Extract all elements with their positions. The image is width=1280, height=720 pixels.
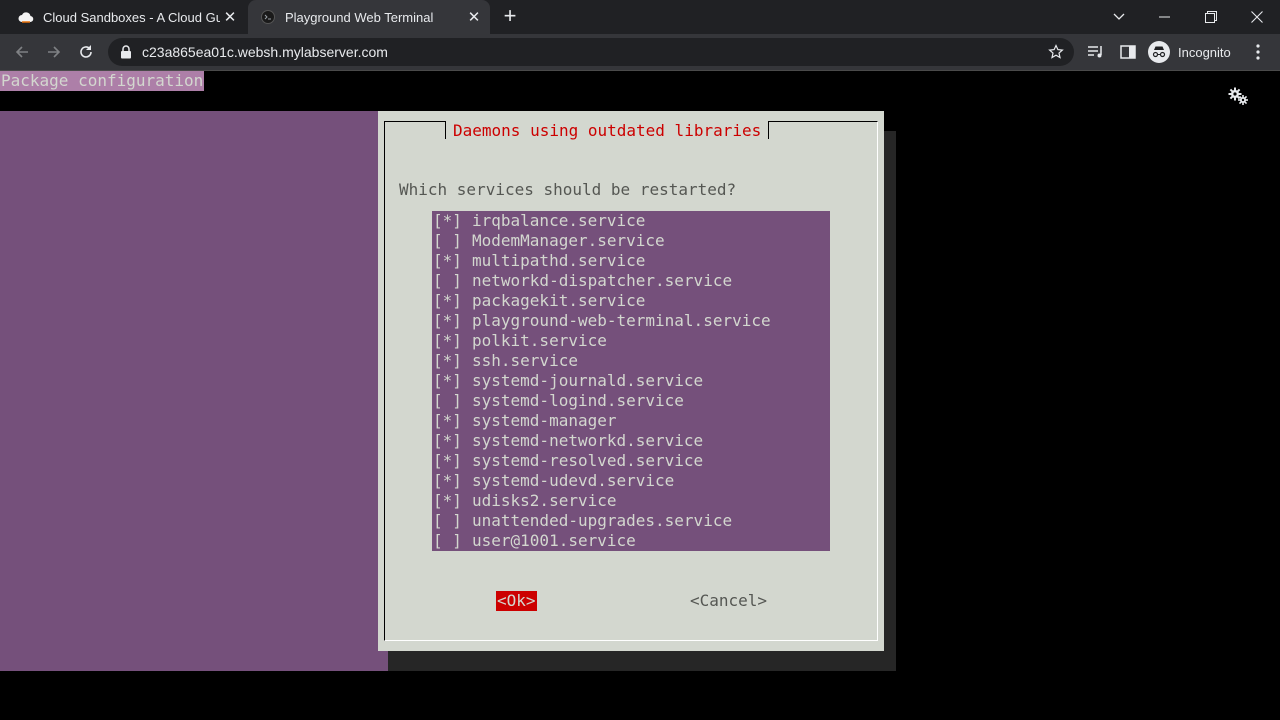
service-name: multipathd.service (472, 251, 646, 270)
tab-title: Playground Web Terminal (285, 9, 434, 25)
dialog-title: Daemons using outdated libraries (445, 121, 770, 141)
checkbox[interactable]: [*] (432, 331, 472, 351)
list-item[interactable]: [*] systemd-networkd.service (432, 431, 703, 451)
checkbox[interactable]: [*] (432, 351, 472, 371)
checkbox[interactable]: [*] (432, 251, 472, 271)
checkbox[interactable]: [ ] (432, 391, 472, 411)
service-name: systemd-manager (472, 411, 617, 430)
checkbox[interactable]: [*] (432, 471, 472, 491)
list-item[interactable]: [*] multipathd.service (432, 251, 645, 271)
bookmark-star-icon[interactable] (1048, 44, 1064, 65)
incognito-icon (1148, 41, 1170, 63)
list-item[interactable]: [ ] user@1001.service (432, 531, 636, 551)
web-terminal[interactable]: Package configuration Daemons using outd… (0, 71, 1280, 720)
settings-gears-icon[interactable] (1228, 87, 1250, 107)
tab-playground-web-terminal[interactable]: Playground Web Terminal ✕ (248, 0, 490, 34)
list-item[interactable]: [*] polkit.service (432, 331, 607, 351)
tab-search-icon[interactable] (1096, 0, 1142, 34)
terminal-icon (260, 9, 276, 25)
service-name: systemd-networkd.service (472, 431, 704, 450)
checkbox[interactable]: [*] (432, 411, 472, 431)
service-name: packagekit.service (472, 291, 646, 310)
package-configuration-header: Package configuration (0, 71, 205, 91)
checkbox[interactable]: [*] (432, 291, 472, 311)
checkbox[interactable]: [ ] (432, 511, 472, 531)
list-item[interactable]: [*] udisks2.service (432, 491, 617, 511)
list-item[interactable]: [ ] networkd-dispatcher.service (432, 271, 732, 291)
restart-services-dialog: Daemons using outdated libraries Which s… (378, 111, 884, 651)
address-bar[interactable]: c23a865ea01c.websh.mylabserver.com (108, 38, 1074, 66)
list-item[interactable]: [ ] systemd-logind.service (432, 391, 684, 411)
tab-strip: Cloud Sandboxes - A Cloud Guru ✕ Playgro… (0, 0, 1280, 34)
list-item[interactable]: [*] packagekit.service (432, 291, 645, 311)
service-name: playground-web-terminal.service (472, 311, 771, 330)
checkbox[interactable]: [ ] (432, 271, 472, 291)
list-item[interactable]: [*] systemd-manager (432, 411, 617, 431)
checkbox[interactable]: [*] (432, 211, 472, 231)
close-tab-icon[interactable]: ✕ (464, 7, 484, 27)
dialog-question: Which services should be restarted? (399, 180, 737, 199)
checkbox[interactable]: [*] (432, 431, 472, 451)
forward-icon[interactable] (42, 40, 66, 64)
checkbox[interactable]: [*] (432, 451, 472, 471)
incognito-profile-button[interactable]: Incognito (1148, 39, 1231, 65)
restore-icon[interactable] (1188, 0, 1234, 34)
url-text: c23a865ea01c.websh.mylabserver.com (142, 44, 388, 60)
reload-icon[interactable] (74, 40, 98, 64)
checkbox[interactable]: [*] (432, 371, 472, 391)
services-checklist[interactable]: [*] irqbalance.service [ ] ModemManager.se… (432, 211, 830, 551)
checkbox[interactable]: [*] (432, 311, 472, 331)
list-item[interactable]: [*] systemd-journald.service (432, 371, 703, 391)
kebab-menu-icon[interactable] (1248, 42, 1268, 62)
service-name: networkd-dispatcher.service (472, 271, 733, 290)
service-name: systemd-resolved.service (472, 451, 704, 470)
cloud-icon (18, 9, 34, 25)
list-item[interactable]: [ ] unattended-upgrades.service (432, 511, 732, 531)
list-item[interactable]: [*] systemd-resolved.service (432, 451, 703, 471)
media-queue-icon[interactable] (1086, 42, 1106, 62)
service-name: irqbalance.service (472, 211, 646, 230)
service-name: ModemManager.service (472, 231, 665, 250)
service-name: udisks2.service (472, 491, 617, 510)
service-name: polkit.service (472, 331, 607, 350)
service-name: systemd-journald.service (472, 371, 704, 390)
tab-cloud-sandboxes[interactable]: Cloud Sandboxes - A Cloud Guru ✕ (8, 0, 246, 34)
cancel-button[interactable]: <Cancel> (690, 591, 767, 611)
close-window-icon[interactable] (1234, 0, 1280, 34)
lock-icon[interactable] (120, 45, 132, 64)
browser-toolbar: c23a865ea01c.websh.mylabserver.com Incog… (0, 34, 1280, 70)
list-item[interactable]: [*] ssh.service (432, 351, 578, 371)
terminal-background-panel (0, 111, 388, 671)
list-item[interactable]: [*] systemd-udevd.service (432, 471, 674, 491)
new-tab-icon[interactable]: + (498, 5, 522, 29)
service-name: systemd-logind.service (472, 391, 684, 410)
checkbox[interactable]: [*] (432, 491, 472, 511)
tab-title: Cloud Sandboxes - A Cloud Guru (43, 9, 220, 25)
service-name: user@1001.service (472, 531, 636, 550)
checkbox[interactable]: [ ] (432, 231, 472, 251)
profile-label: Incognito (1178, 44, 1231, 60)
list-item[interactable]: [*] playground-web-terminal.service (432, 311, 771, 331)
service-name: ssh.service (472, 351, 578, 370)
list-item[interactable]: [ ] ModemManager.service (432, 231, 665, 251)
service-name: systemd-udevd.service (472, 471, 675, 490)
service-name: unattended-upgrades.service (472, 511, 733, 530)
minimize-icon[interactable] (1142, 0, 1188, 34)
list-item[interactable]: [*] irqbalance.service (432, 211, 645, 231)
checkbox[interactable]: [ ] (432, 531, 472, 551)
ok-button[interactable]: <Ok> (496, 591, 537, 611)
close-tab-icon[interactable]: ✕ (220, 7, 240, 27)
side-panel-icon[interactable] (1118, 42, 1138, 62)
back-icon[interactable] (10, 40, 34, 64)
